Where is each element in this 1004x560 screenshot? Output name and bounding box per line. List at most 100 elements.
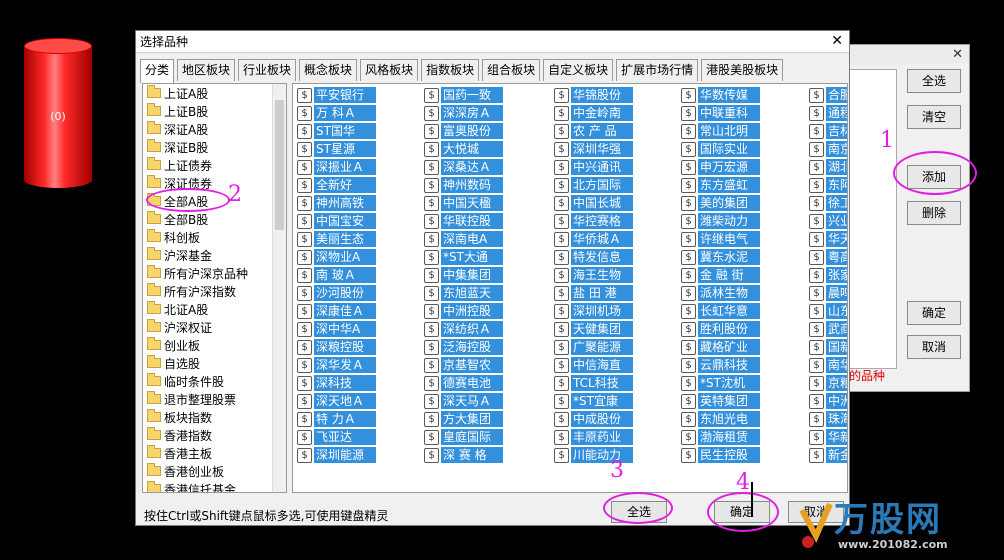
stock-item[interactable]: $ 渤海租赁 xyxy=(681,428,760,446)
tree-item[interactable]: 香港主板 xyxy=(143,444,286,462)
tree-item[interactable]: 上证债券 xyxy=(143,156,286,174)
stock-item[interactable]: $华新 xyxy=(809,428,847,446)
tree-item[interactable]: 所有沪深指数 xyxy=(143,282,286,300)
stock-item[interactable]: $ 皇庭国际 xyxy=(424,428,503,446)
stock-item[interactable]: $ 东方盛虹 xyxy=(681,176,760,194)
stock-item[interactable]: $ 盐 田 港 xyxy=(554,284,633,302)
back-clear-button[interactable]: 清空 xyxy=(907,105,961,129)
stock-item[interactable]: $ 万 科Ａ xyxy=(297,104,376,122)
stock-item[interactable]: $ 深桑达Ａ xyxy=(424,158,503,176)
stock-item[interactable]: $ 深天地Ａ xyxy=(297,392,376,410)
tree-item[interactable]: 临时条件股 xyxy=(143,372,286,390)
stock-item[interactable]: $ 中联重科 xyxy=(681,104,760,122)
stock-item[interactable]: $ 冀东水泥 xyxy=(681,248,760,266)
stock-item[interactable]: $新金 xyxy=(809,446,847,464)
stock-item[interactable]: $ 深康佳Ａ xyxy=(297,302,376,320)
stock-item[interactable]: $ 深华发Ａ xyxy=(297,356,376,374)
stock-item[interactable]: $ 申万宏源 xyxy=(681,158,760,176)
stock-item[interactable]: $ 大悦城 xyxy=(424,140,503,158)
stock-item[interactable]: $ 深中华A xyxy=(297,320,376,338)
stock-item[interactable]: $南华 xyxy=(809,356,847,374)
tab-2[interactable]: 行业板块 xyxy=(238,59,297,81)
stock-item[interactable]: $ 深纺织Ａ xyxy=(424,320,503,338)
tree-item[interactable]: 深证B股 xyxy=(143,138,286,156)
stock-item[interactable]: $湖北 xyxy=(809,158,847,176)
stock-item[interactable]: $ TCL科技 xyxy=(554,374,633,392)
tab-9[interactable]: 港股美股板块 xyxy=(701,59,784,81)
stock-item[interactable]: $ 民生控股 xyxy=(681,446,760,464)
tree-item[interactable]: 香港指数 xyxy=(143,426,286,444)
stock-item[interactable]: $中洲 xyxy=(809,392,847,410)
stock-item[interactable]: $ 华侨城Ａ xyxy=(554,230,633,248)
stock-item[interactable]: $ 农 产 品 xyxy=(554,122,633,140)
tree-item[interactable]: 创业板 xyxy=(143,336,286,354)
stock-item[interactable]: $ 飞亚达 xyxy=(297,428,376,446)
stock-item[interactable]: $ 泛海控股 xyxy=(424,338,503,356)
tree-item[interactable]: 上证B股 xyxy=(143,102,286,120)
stock-item[interactable]: $东阿 xyxy=(809,176,847,194)
stock-item[interactable]: $ 深 赛 格 xyxy=(424,446,503,464)
tab-8[interactable]: 扩展市场行情 xyxy=(616,59,699,81)
stock-item[interactable]: $ 中国宝安 xyxy=(297,212,376,230)
stock-item[interactable]: $ 深天马Ａ xyxy=(424,392,503,410)
stock-item[interactable]: $ 潍柴动力 xyxy=(681,212,760,230)
stock-item[interactable]: $ 深科技 xyxy=(297,374,376,392)
tree-item[interactable]: 科创板 xyxy=(143,228,286,246)
back-select-all-button[interactable]: 全选 xyxy=(907,69,961,93)
stock-item[interactable]: $ 派林生物 xyxy=(681,284,760,302)
stock-item[interactable]: $国新 xyxy=(809,338,847,356)
stock-item[interactable]: $ 常山北明 xyxy=(681,122,760,140)
tab-0[interactable]: 分类 xyxy=(140,59,175,83)
stock-item[interactable]: $ 华数传媒 xyxy=(681,86,760,104)
tree-item[interactable]: 香港信托基金 xyxy=(143,480,286,492)
tree-item[interactable]: 北证A股 xyxy=(143,300,286,318)
tree-item[interactable]: 退市整理股票 xyxy=(143,390,286,408)
stock-item[interactable]: $ 华锦股份 xyxy=(554,86,633,104)
stock-item[interactable]: $ 华联控股 xyxy=(424,212,503,230)
stock-item[interactable]: $ 深深房Ａ xyxy=(424,104,503,122)
stock-item[interactable]: $ 南 玻Ａ xyxy=(297,266,376,284)
stock-item[interactable]: $ 沙河股份 xyxy=(297,284,376,302)
stock-item[interactable]: $ 深圳机场 xyxy=(554,302,633,320)
stock-item[interactable]: $ 富奥股份 xyxy=(424,122,503,140)
stock-item[interactable]: $ 平安银行 xyxy=(297,86,376,104)
stock-item[interactable]: $ 神州高铁 xyxy=(297,194,376,212)
stock-item[interactable]: $ 国药一致 xyxy=(424,86,503,104)
stock-item[interactable]: $ 深南电A xyxy=(424,230,503,248)
back-dialog-close-icon[interactable]: ✕ xyxy=(952,47,963,62)
tree-scroll-thumb[interactable] xyxy=(275,100,284,230)
stock-item[interactable]: $ 国际实业 xyxy=(681,140,760,158)
tree-item[interactable]: 自选股 xyxy=(143,354,286,372)
stock-item[interactable]: $张家 xyxy=(809,266,847,284)
stock-item[interactable]: $ 深圳能源 xyxy=(297,446,376,464)
tab-1[interactable]: 地区板块 xyxy=(177,59,236,81)
stock-item[interactable]: $京粮 xyxy=(809,374,847,392)
stock-item[interactable]: $ 中兴通讯 xyxy=(554,158,633,176)
tree-item[interactable]: 深证A股 xyxy=(143,120,286,138)
tree-item[interactable]: 全部B股 xyxy=(143,210,286,228)
stock-item[interactable]: $ 京基智农 xyxy=(424,356,503,374)
stock-item[interactable]: $ 海王生物 xyxy=(554,266,633,284)
stock-item[interactable]: $ 东旭蓝天 xyxy=(424,284,503,302)
stock-item[interactable]: $晨鸣 xyxy=(809,284,847,302)
stock-item[interactable]: $ 美的集团 xyxy=(681,194,760,212)
stock-item[interactable]: $ 中成股份 xyxy=(554,410,633,428)
stock-item[interactable]: $珠海 xyxy=(809,410,847,428)
stock-item[interactable]: $徐工 xyxy=(809,194,847,212)
stock-item[interactable]: $山东 xyxy=(809,302,847,320)
delete-button[interactable]: 删除 xyxy=(907,201,961,225)
tab-6[interactable]: 组合板块 xyxy=(482,59,541,81)
tree-item[interactable]: 板块指数 xyxy=(143,408,286,426)
stock-item[interactable]: $ 中国天楹 xyxy=(424,194,503,212)
stock-item[interactable]: $ 方大集团 xyxy=(424,410,503,428)
stock-item[interactable]: $ 英特集团 xyxy=(681,392,760,410)
stock-item[interactable]: $粤高 xyxy=(809,248,847,266)
stock-item[interactable]: $ 特 力Ａ xyxy=(297,410,376,428)
stock-item[interactable]: $吉林 xyxy=(809,122,847,140)
stock-item[interactable]: $ 天健集团 xyxy=(554,320,633,338)
stock-item[interactable]: $ 德赛电池 xyxy=(424,374,503,392)
stock-item[interactable]: $合肥 xyxy=(809,86,847,104)
stock-item[interactable]: $ ST星源 xyxy=(297,140,376,158)
close-icon[interactable]: ✕ xyxy=(831,33,843,49)
tree-item[interactable]: 沪深基金 xyxy=(143,246,286,264)
